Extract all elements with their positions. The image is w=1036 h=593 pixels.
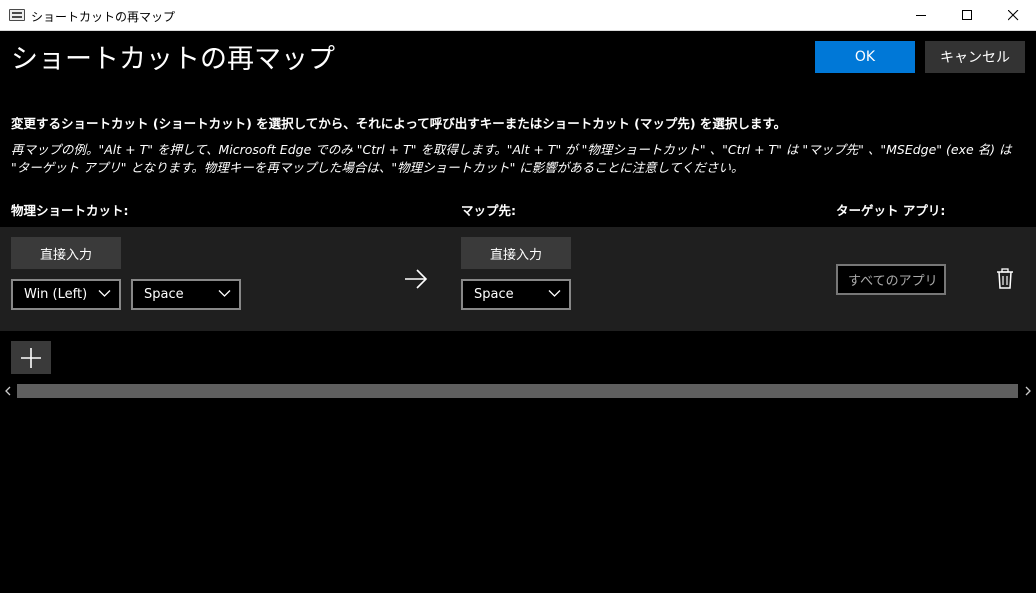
mapped-key-dropdown[interactable]: Space [461, 279, 571, 310]
chevron-down-icon [218, 290, 231, 297]
close-icon [1007, 10, 1018, 21]
mapped-to-header: マップ先: [461, 203, 516, 218]
keyboard-icon [9, 9, 25, 21]
example-text: 再マップの例。"Alt + T" を押して、Microsoft Edge でのみ… [11, 142, 1012, 175]
close-button[interactable] [990, 0, 1036, 31]
dropdown-value: Space [144, 287, 184, 302]
add-shortcut-button[interactable] [11, 341, 51, 374]
trash-icon[interactable] [996, 268, 1014, 289]
chevron-down-icon [98, 290, 111, 297]
scrollbar-thumb[interactable] [17, 384, 1018, 398]
physical-direct-input-button[interactable]: 直接入力 [11, 237, 121, 269]
plus-icon [21, 347, 41, 368]
title-bar: ショートカットの再マップ [0, 0, 1036, 31]
horizontal-scrollbar[interactable] [0, 383, 1036, 399]
minimize-button[interactable] [898, 0, 944, 31]
scroll-left-icon[interactable] [3, 385, 15, 397]
dropdown-value: Space [474, 287, 514, 302]
ok-button[interactable]: OK [815, 41, 915, 73]
mapped-direct-input-button[interactable]: 直接入力 [461, 237, 571, 269]
instruction-text: 変更するショートカット (ショートカット) を選択してから、それによって呼び出す… [11, 116, 787, 131]
scroll-right-icon[interactable] [1021, 385, 1033, 397]
maximize-icon [961, 10, 972, 20]
target-app-placeholder: すべてのアプリ [848, 274, 938, 289]
target-app-input[interactable]: すべてのアプリ [836, 264, 946, 295]
maximize-button[interactable] [944, 0, 990, 31]
cancel-button[interactable]: キャンセル [925, 41, 1025, 73]
chevron-down-icon [548, 290, 561, 297]
physical-key-dropdown-1[interactable]: Win (Left) [11, 279, 121, 310]
physical-key-dropdown-2[interactable]: Space [131, 279, 241, 310]
arrow-right-icon [405, 269, 428, 289]
physical-shortcut-header: 物理ショートカット: [11, 203, 129, 218]
target-app-header: ターゲット アプリ: [836, 203, 946, 218]
page-title: ショートカットの再マップ [11, 44, 335, 75]
window-title: ショートカットの再マップ [31, 10, 176, 24]
minimize-icon [915, 15, 926, 16]
dropdown-value: Win (Left) [24, 287, 88, 302]
